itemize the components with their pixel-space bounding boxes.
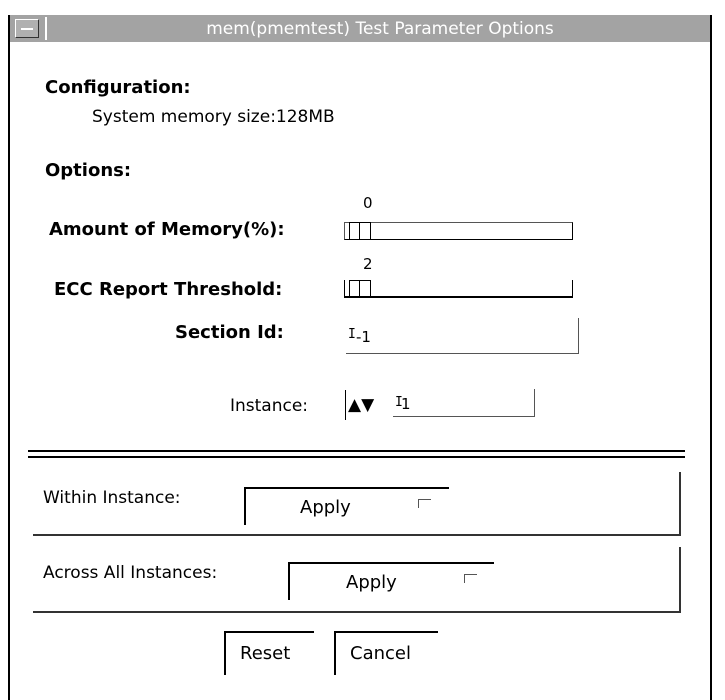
window-title: mem(pmemtest) Test Parameter Options [206,19,554,39]
instance-value: 1 [401,395,411,413]
options-heading: Options: [45,160,132,181]
text-cursor-icon: I [348,327,356,342]
within-instance-panel: Within Instance: Apply [33,472,681,536]
configuration-heading: Configuration: [45,77,191,98]
within-instance-label: Within Instance: [43,488,181,508]
instance-label: Instance: [230,396,309,416]
window-menu-button[interactable] [15,19,39,38]
across-all-instances-apply-button[interactable]: Apply [288,562,494,600]
apply-label: Apply [300,497,351,518]
amount-of-memory-slider[interactable] [344,222,573,240]
separator-line [28,456,685,458]
dialog-window: mem(pmemtest) Test Parameter Options Con… [0,0,725,700]
window-left-border [8,15,10,700]
slider-knob[interactable] [349,280,371,297]
instance-stepper-arrows[interactable]: ▲▼ [348,395,374,415]
section-id-field[interactable]: I -1 [346,318,579,354]
reset-button[interactable]: Reset [224,631,314,675]
window-right-border [710,15,712,700]
instance-field[interactable]: I 1 [393,389,535,417]
section-id-label: Section Id: [175,322,284,343]
memory-size-label: System memory size:128MB [92,107,335,127]
separator-line [28,450,685,452]
across-all-instances-panel: Across All Instances: Apply [33,547,681,613]
ecc-threshold-label: ECC Report Threshold: [54,279,283,300]
slider-track-line [344,296,573,297]
within-instance-apply-button[interactable]: Apply [244,487,449,525]
amount-of-memory-label: Amount of Memory(%): [49,219,285,240]
cancel-label: Cancel [350,643,411,664]
section-id-value: -1 [356,328,371,346]
amount-of-memory-value: 0 [363,194,373,212]
slider-knob[interactable] [349,222,371,239]
title-bar[interactable]: mem(pmemtest) Test Parameter Options [10,15,710,42]
apply-label: Apply [346,572,397,593]
window-menu-icon [21,28,33,30]
cancel-button[interactable]: Cancel [334,631,438,675]
ecc-threshold-value: 2 [363,255,373,273]
menu-indicator-icon [464,574,477,583]
across-all-instances-label: Across All Instances: [43,563,218,583]
reset-label: Reset [240,643,291,664]
instance-left-border [345,390,346,420]
menu-indicator-icon [418,499,431,508]
title-separator [45,17,47,40]
